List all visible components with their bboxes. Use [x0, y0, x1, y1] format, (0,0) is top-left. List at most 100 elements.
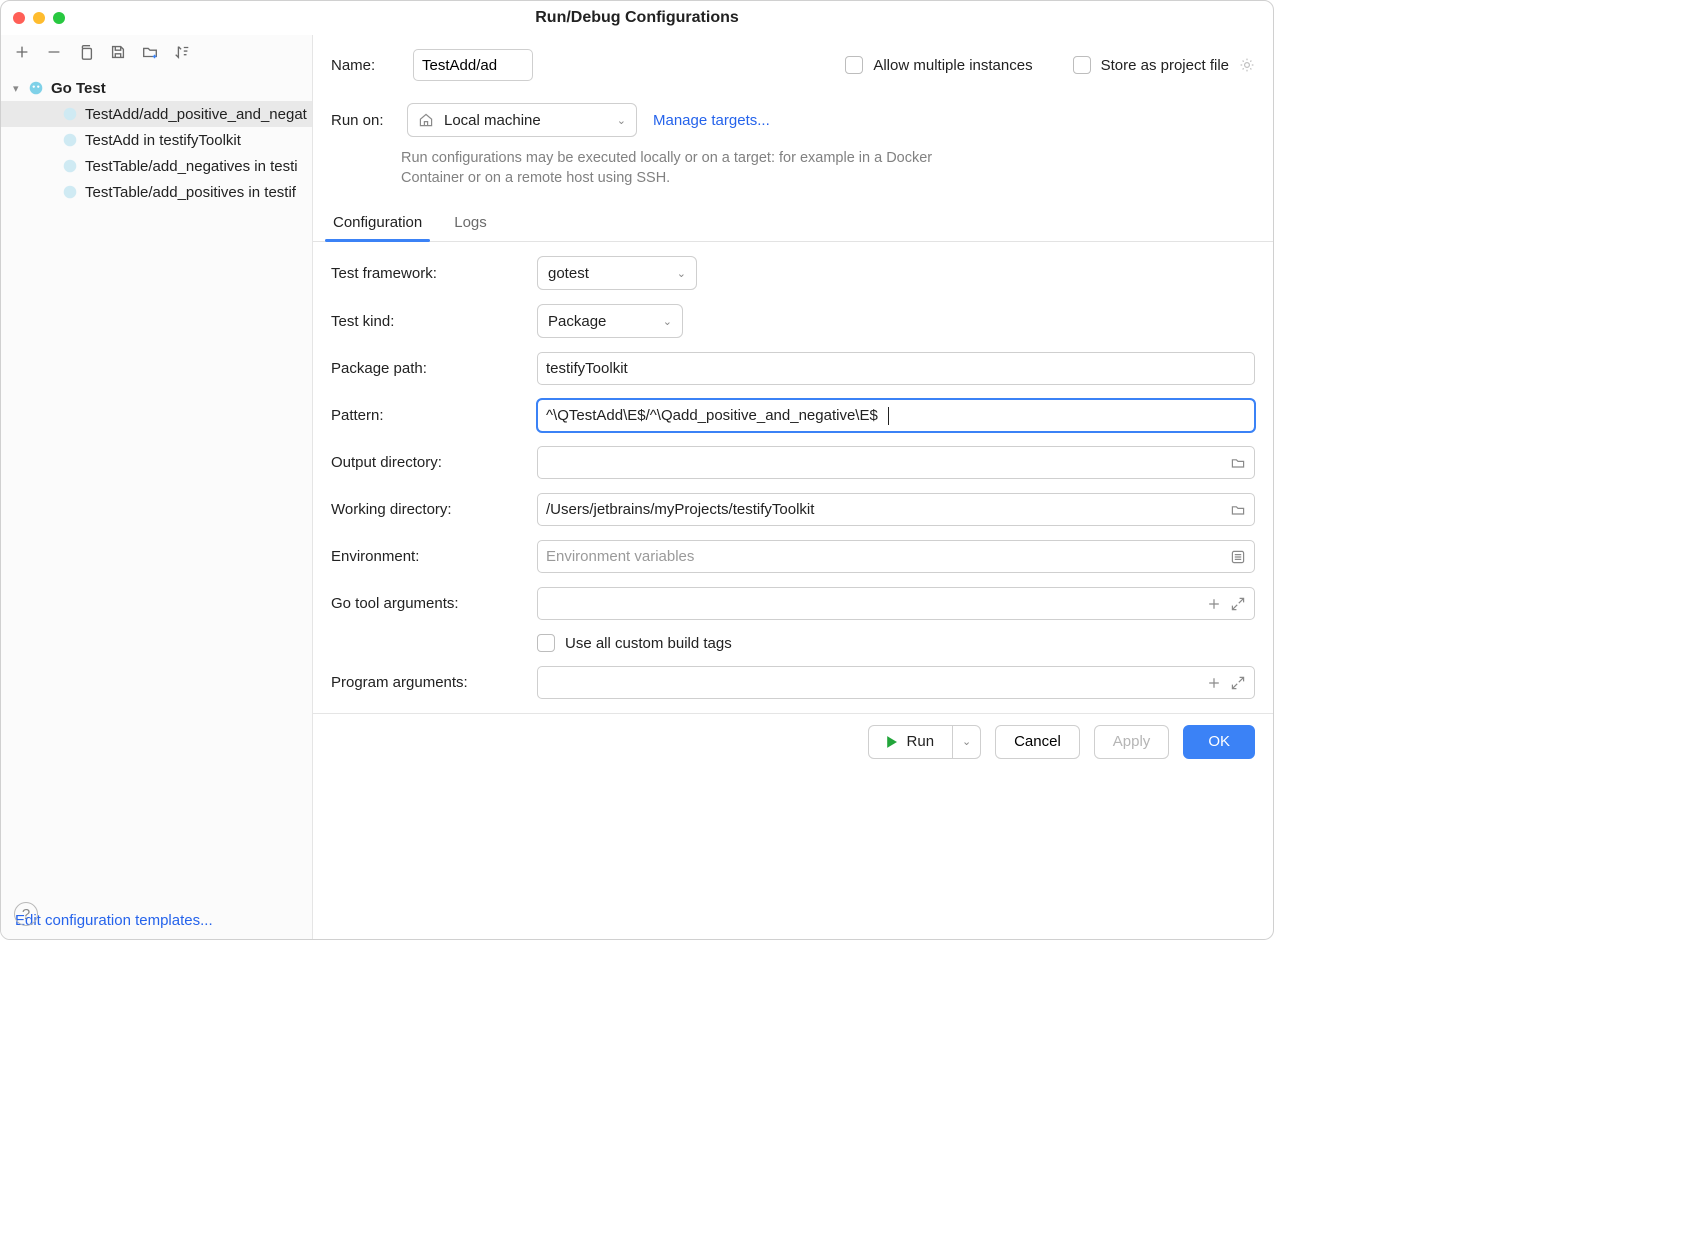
select-value: gotest [548, 265, 589, 282]
pattern-label: Pattern: [331, 407, 525, 424]
working-dir-label: Working directory: [331, 501, 525, 518]
tree-item[interactable]: TestAdd/add_positive_and_negat [1, 101, 312, 127]
apply-button[interactable]: Apply [1094, 725, 1170, 759]
dialog-body: ▾ Go Test TestAdd/add_positive_and_negat… [1, 35, 1273, 939]
checkbox-label: Store as project file [1101, 57, 1229, 74]
gopher-icon [61, 157, 79, 175]
name-row: Name: Allow multiple instances Store as … [331, 49, 1255, 81]
chevron-down-icon: ⌄ [617, 114, 626, 127]
pattern-input[interactable]: ^\QTestAdd\E$/^\Qadd_positive_and_negati… [537, 399, 1255, 432]
sidebar: ▾ Go Test TestAdd/add_positive_and_negat… [1, 35, 313, 939]
tree-item-label: TestAdd/add_positive_and_negat [85, 106, 307, 123]
select-value: Package [548, 313, 606, 330]
tree-item[interactable]: TestTable/add_negatives in testi [1, 153, 312, 179]
text-caret [888, 407, 889, 425]
tree-item[interactable]: TestTable/add_positives in testif [1, 179, 312, 205]
tree-item[interactable]: TestAdd in testifyToolkit [1, 127, 312, 153]
env-input[interactable]: Environment variables [537, 540, 1255, 573]
help-button[interactable]: ? [14, 902, 38, 926]
save-icon[interactable] [109, 43, 127, 61]
gopher-icon [61, 131, 79, 149]
main-panel: Name: Allow multiple instances Store as … [313, 35, 1273, 939]
checkbox-box [1073, 56, 1091, 74]
copy-icon[interactable] [77, 43, 95, 61]
checkbox-label: Allow multiple instances [873, 57, 1032, 74]
chevron-down-icon: ▾ [13, 82, 27, 95]
tree-item-label: TestTable/add_positives in testif [85, 184, 296, 201]
allow-multiple-checkbox[interactable]: Allow multiple instances [845, 56, 1032, 74]
output-dir-label: Output directory: [331, 454, 525, 471]
chevron-down-icon: ⌄ [663, 315, 672, 328]
sidebar-toolbar [1, 35, 312, 69]
cancel-button[interactable]: Cancel [995, 725, 1080, 759]
folder-icon[interactable] [1230, 502, 1246, 518]
plus-icon[interactable] [1206, 675, 1222, 691]
config-tree: ▾ Go Test TestAdd/add_positive_and_negat… [1, 69, 312, 902]
button-label: Run [907, 733, 935, 750]
tree-item-label: TestTable/add_negatives in testi [85, 158, 298, 175]
input-value: ^\QTestAdd\E$/^\Qadd_positive_and_negati… [546, 407, 878, 424]
sidebar-bottom: Edit configuration templates... [1, 902, 312, 939]
chevron-down-icon: ⌄ [677, 267, 686, 280]
play-icon [883, 734, 899, 750]
test-kind-label: Test kind: [331, 313, 525, 330]
expand-icon[interactable] [1230, 596, 1246, 612]
runon-label: Run on: [331, 112, 391, 129]
expand-icon[interactable] [1230, 675, 1246, 691]
home-icon [418, 112, 434, 128]
folder-icon[interactable] [1230, 455, 1246, 471]
program-args-label: Program arguments: [331, 674, 525, 691]
tree-group-label: Go Test [51, 80, 106, 97]
runon-select[interactable]: Local machine ⌄ [407, 103, 637, 137]
program-args-input[interactable] [537, 666, 1255, 699]
plus-icon[interactable] [1206, 596, 1222, 612]
output-dir-input[interactable] [537, 446, 1255, 479]
main-header: Name: Allow multiple instances Store as … [313, 35, 1273, 188]
gopher-icon [61, 183, 79, 201]
gopher-icon [27, 79, 45, 97]
working-dir-input[interactable]: /Users/jetbrains/myProjects/testifyToolk… [537, 493, 1255, 526]
test-framework-select[interactable]: gotest ⌄ [537, 256, 697, 290]
button-label: Cancel [1014, 733, 1061, 750]
runon-row: Run on: Local machine ⌄ Manage targets..… [331, 103, 1255, 137]
input-value: /Users/jetbrains/myProjects/testifyToolk… [546, 501, 1222, 518]
gear-icon[interactable] [1239, 57, 1255, 73]
run-button[interactable]: Run ⌄ [868, 725, 982, 759]
titlebar: Run/Debug Configurations [1, 1, 1273, 35]
config-form: Test framework: gotest ⌄ Test kind: Pack… [313, 242, 1273, 713]
package-path-input[interactable]: testifyToolkit [537, 352, 1255, 385]
name-label: Name: [331, 57, 391, 74]
go-args-input[interactable] [537, 587, 1255, 620]
list-icon[interactable] [1230, 549, 1246, 565]
ok-button[interactable]: OK [1183, 725, 1255, 759]
gopher-icon [61, 105, 79, 123]
tree-item-label: TestAdd in testifyToolkit [85, 132, 241, 149]
tree-group-go-test[interactable]: ▾ Go Test [1, 75, 312, 101]
input-placeholder: Environment variables [546, 548, 1222, 565]
add-icon[interactable] [13, 43, 31, 61]
store-project-checkbox[interactable]: Store as project file [1073, 56, 1255, 74]
button-label: Apply [1113, 733, 1151, 750]
folder-add-icon[interactable] [141, 43, 159, 61]
test-kind-select[interactable]: Package ⌄ [537, 304, 683, 338]
env-label: Environment: [331, 548, 525, 565]
use-build-tags-checkbox[interactable]: Use all custom build tags [537, 634, 1255, 652]
footer: Run ⌄ Cancel Apply OK [313, 713, 1273, 769]
checkbox-label: Use all custom build tags [565, 635, 732, 652]
checkbox-box [845, 56, 863, 74]
package-path-label: Package path: [331, 360, 525, 377]
sort-icon[interactable] [173, 43, 191, 61]
edit-templates-link[interactable]: Edit configuration templates... [15, 912, 213, 929]
tab-configuration[interactable]: Configuration [331, 206, 424, 241]
input-value: testifyToolkit [546, 360, 1238, 377]
test-framework-label: Test framework: [331, 265, 525, 282]
manage-targets-link[interactable]: Manage targets... [653, 112, 770, 129]
runon-hint: Run configurations may be executed local… [401, 149, 961, 188]
chevron-down-icon[interactable]: ⌄ [952, 726, 980, 758]
tab-logs[interactable]: Logs [452, 206, 489, 241]
checkbox-box [537, 634, 555, 652]
remove-icon[interactable] [45, 43, 63, 61]
dialog-window: Run/Debug Configurations ▾ Go Test [0, 0, 1274, 940]
runon-value: Local machine [444, 112, 541, 129]
name-input[interactable] [413, 49, 533, 81]
